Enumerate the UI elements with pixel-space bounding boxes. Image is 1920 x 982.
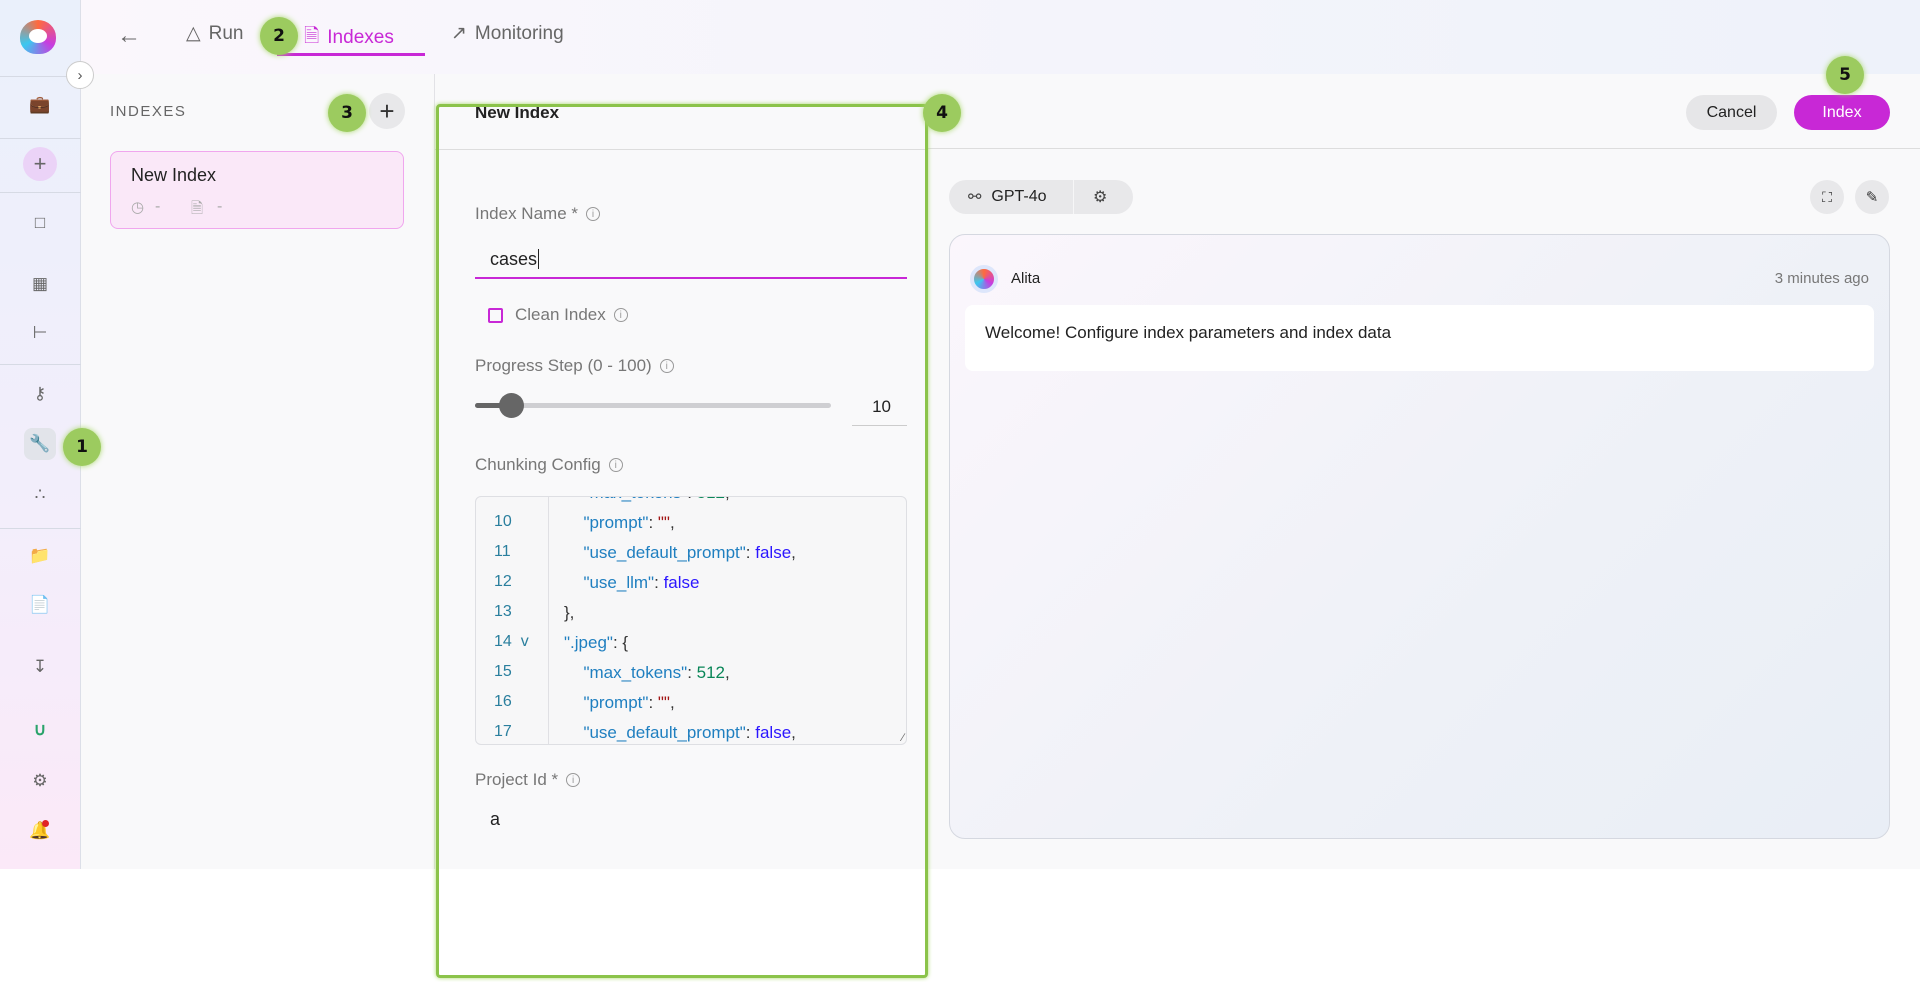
wrench-icon[interactable]: 🔧 <box>24 428 56 460</box>
folder-icon[interactable]: 📁 <box>24 540 56 572</box>
index-button[interactable]: Index <box>1794 95 1890 130</box>
chat-box: Alita 3 minutes ago Welcome! Configure i… <box>949 234 1890 839</box>
message-bubble: Welcome! Configure index parameters and … <box>965 305 1874 371</box>
indexes-title: INDEXES <box>110 103 187 120</box>
tab-indexes[interactable]: 🗎 Indexes <box>304 22 394 54</box>
file-code-icon: 🗎 <box>304 26 320 47</box>
index-card-time: - <box>155 198 161 215</box>
app: 💼 + □ ▦ ⊢ ⚷ 🔧 ∴ 📁 📄 ↧ ∪ ⚙ 🔔 › ← △ Run 🗎 In… <box>0 0 1920 869</box>
document-icon: 🗎 <box>191 200 204 217</box>
annotation-badge-4: 4 <box>923 94 961 132</box>
share-nodes-icon: ⚯ <box>968 189 982 206</box>
chat-icon[interactable]: □ <box>24 207 56 239</box>
tab-run[interactable]: △ Run <box>186 22 243 45</box>
rocket-icon: △ <box>186 23 201 44</box>
app-logo[interactable] <box>20 20 56 54</box>
message-author: Alita <box>1011 270 1041 287</box>
annotation-badge-5: 5 <box>1826 56 1864 94</box>
model-selector[interactable]: ⚯ GPT-4o ⚙ <box>949 180 1133 214</box>
grid-icon[interactable]: ▦ <box>24 268 56 300</box>
notifications-icon[interactable]: 🔔 <box>24 815 56 847</box>
attachment-icon[interactable]: ∴ <box>24 479 56 511</box>
annotation-badge-3: 3 <box>328 94 366 132</box>
fullscreen-button[interactable]: ⛶ <box>1810 180 1844 214</box>
index-card-name: New Index <box>131 165 217 185</box>
model-settings-icon[interactable]: ⚙ <box>1093 187 1107 207</box>
active-tab-underline <box>277 53 425 56</box>
clock-icon: ◷ <box>131 199 145 216</box>
clear-chat-broom-icon[interactable]: ✎ <box>1855 180 1889 214</box>
index-card[interactable]: New Index ◷ - 🗎 - <box>110 151 404 229</box>
sidebar-expand-toggle[interactable]: › <box>66 61 94 89</box>
back-arrow-icon[interactable]: ← <box>117 22 141 50</box>
create-plus-icon[interactable]: + <box>23 147 57 181</box>
cancel-button[interactable]: Cancel <box>1686 95 1777 130</box>
import-icon[interactable]: ↧ <box>24 651 56 683</box>
indexes-panel: INDEXES + New Index ◷ - 🗎 - <box>81 74 435 869</box>
annotation-highlight-box <box>436 104 928 978</box>
index-card-docs: - <box>217 198 223 215</box>
message-time: 3 minutes ago <box>1774 270 1869 287</box>
model-name: GPT-4o <box>991 188 1047 205</box>
tab-monitoring[interactable]: ↗ Monitoring <box>451 22 564 45</box>
documents-icon[interactable]: 📄 <box>24 589 56 621</box>
pipeline-icon[interactable]: ⊢ <box>24 317 56 349</box>
key-icon[interactable]: ⚷ <box>24 378 56 410</box>
add-index-button[interactable]: + <box>369 93 405 129</box>
annotation-badge-1: 1 <box>63 428 101 466</box>
settings-icon[interactable]: ⚙ <box>24 765 56 797</box>
integration-icon[interactable]: ∪ <box>24 714 56 746</box>
chart-line-icon: ↗ <box>451 23 467 44</box>
briefcase-icon[interactable]: 💼 <box>24 89 56 121</box>
top-nav: ← △ Run 🗎 Indexes ↗ Monitoring <box>81 0 1920 74</box>
assistant-avatar <box>970 265 998 293</box>
annotation-badge-2: 2 <box>260 17 298 55</box>
message-text: Welcome! Configure index parameters and … <box>985 323 1392 342</box>
